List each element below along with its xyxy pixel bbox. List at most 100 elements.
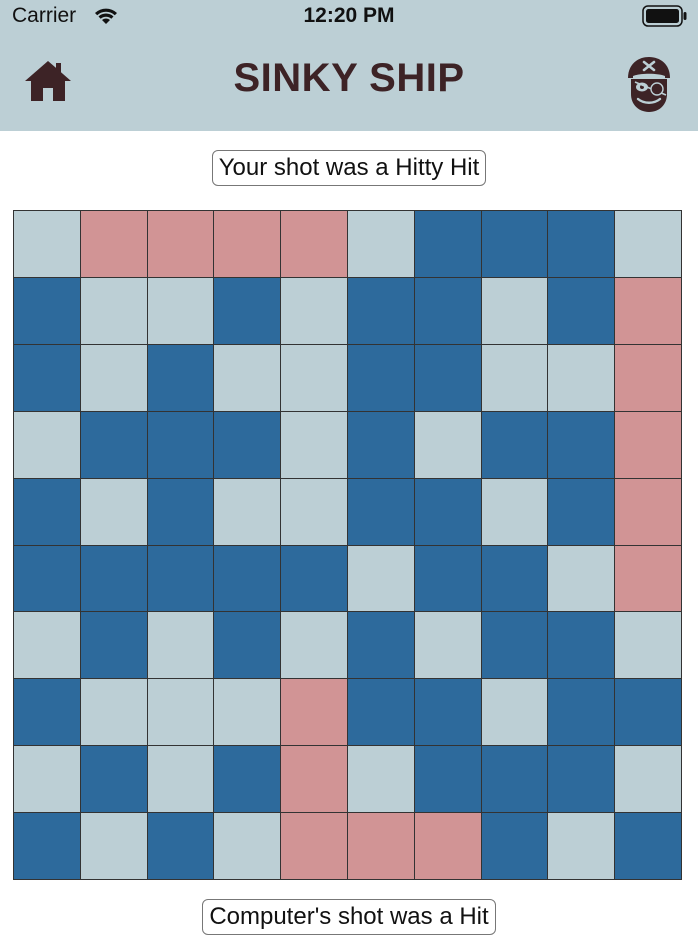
board-cell[interactable] <box>481 211 548 277</box>
board-cell[interactable] <box>481 746 548 813</box>
board-cell[interactable] <box>414 679 481 746</box>
board-cell[interactable] <box>615 813 681 879</box>
board-cell[interactable] <box>414 813 481 879</box>
board-cell[interactable] <box>214 612 281 679</box>
board-cell[interactable] <box>14 612 80 679</box>
board-cell[interactable] <box>147 344 214 411</box>
board-cell[interactable] <box>615 344 681 411</box>
board-cell[interactable] <box>414 344 481 411</box>
board-cell[interactable] <box>548 746 615 813</box>
board-cell[interactable] <box>481 679 548 746</box>
board-cell[interactable] <box>147 411 214 478</box>
board-cell[interactable] <box>281 813 347 879</box>
board-cell[interactable] <box>615 612 681 679</box>
board-cell[interactable] <box>80 478 147 545</box>
board-cell[interactable] <box>414 211 481 277</box>
board-cell[interactable] <box>548 612 615 679</box>
board-cell[interactable] <box>414 612 481 679</box>
board-cell[interactable] <box>414 277 481 344</box>
board-cell[interactable] <box>14 813 80 879</box>
board-cell[interactable] <box>348 478 414 545</box>
board-cell[interactable] <box>481 545 548 612</box>
board-cell[interactable] <box>281 211 347 277</box>
board-cell[interactable] <box>14 478 80 545</box>
pirate-icon[interactable] <box>620 54 678 119</box>
board-cell[interactable] <box>348 344 414 411</box>
board-cell[interactable] <box>348 545 414 612</box>
board-cell[interactable] <box>214 211 281 277</box>
board-cell[interactable] <box>281 746 347 813</box>
board-cell[interactable] <box>481 277 548 344</box>
board-cell[interactable] <box>147 679 214 746</box>
board-cell[interactable] <box>414 746 481 813</box>
board-cell[interactable] <box>548 545 615 612</box>
board-cell[interactable] <box>548 344 615 411</box>
board-cell[interactable] <box>348 679 414 746</box>
board-cell[interactable] <box>348 211 414 277</box>
board-cell[interactable] <box>214 344 281 411</box>
board-cell[interactable] <box>281 411 347 478</box>
board-cell[interactable] <box>348 612 414 679</box>
board-cell[interactable] <box>548 813 615 879</box>
board-cell[interactable] <box>548 478 615 545</box>
board-cell[interactable] <box>147 277 214 344</box>
board-cell[interactable] <box>214 545 281 612</box>
board-cell[interactable] <box>147 545 214 612</box>
board-cell[interactable] <box>147 211 214 277</box>
board-cell[interactable] <box>281 612 347 679</box>
board-cell[interactable] <box>481 813 548 879</box>
board-cell[interactable] <box>214 813 281 879</box>
board-cell[interactable] <box>615 746 681 813</box>
board-cell[interactable] <box>80 813 147 879</box>
board-cell[interactable] <box>80 679 147 746</box>
board-cell[interactable] <box>14 277 80 344</box>
board-cell[interactable] <box>548 277 615 344</box>
board-cell[interactable] <box>80 211 147 277</box>
board-cell[interactable] <box>548 679 615 746</box>
board-cell[interactable] <box>14 679 80 746</box>
board-cell[interactable] <box>80 344 147 411</box>
board-cell[interactable] <box>281 344 347 411</box>
board-cell[interactable] <box>348 411 414 478</box>
board-cell[interactable] <box>615 277 681 344</box>
board-cell[interactable] <box>147 478 214 545</box>
board-cell[interactable] <box>414 478 481 545</box>
board-cell[interactable] <box>147 612 214 679</box>
board-cell[interactable] <box>615 679 681 746</box>
board-cell[interactable] <box>14 411 80 478</box>
board-cell[interactable] <box>281 277 347 344</box>
board-cell[interactable] <box>615 545 681 612</box>
board-cell[interactable] <box>548 211 615 277</box>
board-cell[interactable] <box>214 679 281 746</box>
board-cell[interactable] <box>14 545 80 612</box>
board-cell[interactable] <box>214 277 281 344</box>
board-cell[interactable] <box>14 746 80 813</box>
board-cell[interactable] <box>281 679 347 746</box>
board-cell[interactable] <box>481 612 548 679</box>
board-cell[interactable] <box>615 411 681 478</box>
board-cell[interactable] <box>548 411 615 478</box>
board-cell[interactable] <box>481 344 548 411</box>
board-cell[interactable] <box>14 211 80 277</box>
board-cell[interactable] <box>281 545 347 612</box>
board-cell[interactable] <box>80 612 147 679</box>
board-cell[interactable] <box>214 478 281 545</box>
board-cell[interactable] <box>348 277 414 344</box>
board-cell[interactable] <box>481 478 548 545</box>
board-cell[interactable] <box>414 411 481 478</box>
board-cell[interactable] <box>214 411 281 478</box>
board-cell[interactable] <box>615 211 681 277</box>
board-cell[interactable] <box>80 411 147 478</box>
board-cell[interactable] <box>481 411 548 478</box>
board-cell[interactable] <box>348 746 414 813</box>
board-cell[interactable] <box>147 746 214 813</box>
board-cell[interactable] <box>80 746 147 813</box>
board-cell[interactable] <box>281 478 347 545</box>
board-cell[interactable] <box>414 545 481 612</box>
board-cell[interactable] <box>80 277 147 344</box>
board-cell[interactable] <box>348 813 414 879</box>
board-cell[interactable] <box>615 478 681 545</box>
board-cell[interactable] <box>14 344 80 411</box>
board-cell[interactable] <box>147 813 214 879</box>
board-cell[interactable] <box>80 545 147 612</box>
